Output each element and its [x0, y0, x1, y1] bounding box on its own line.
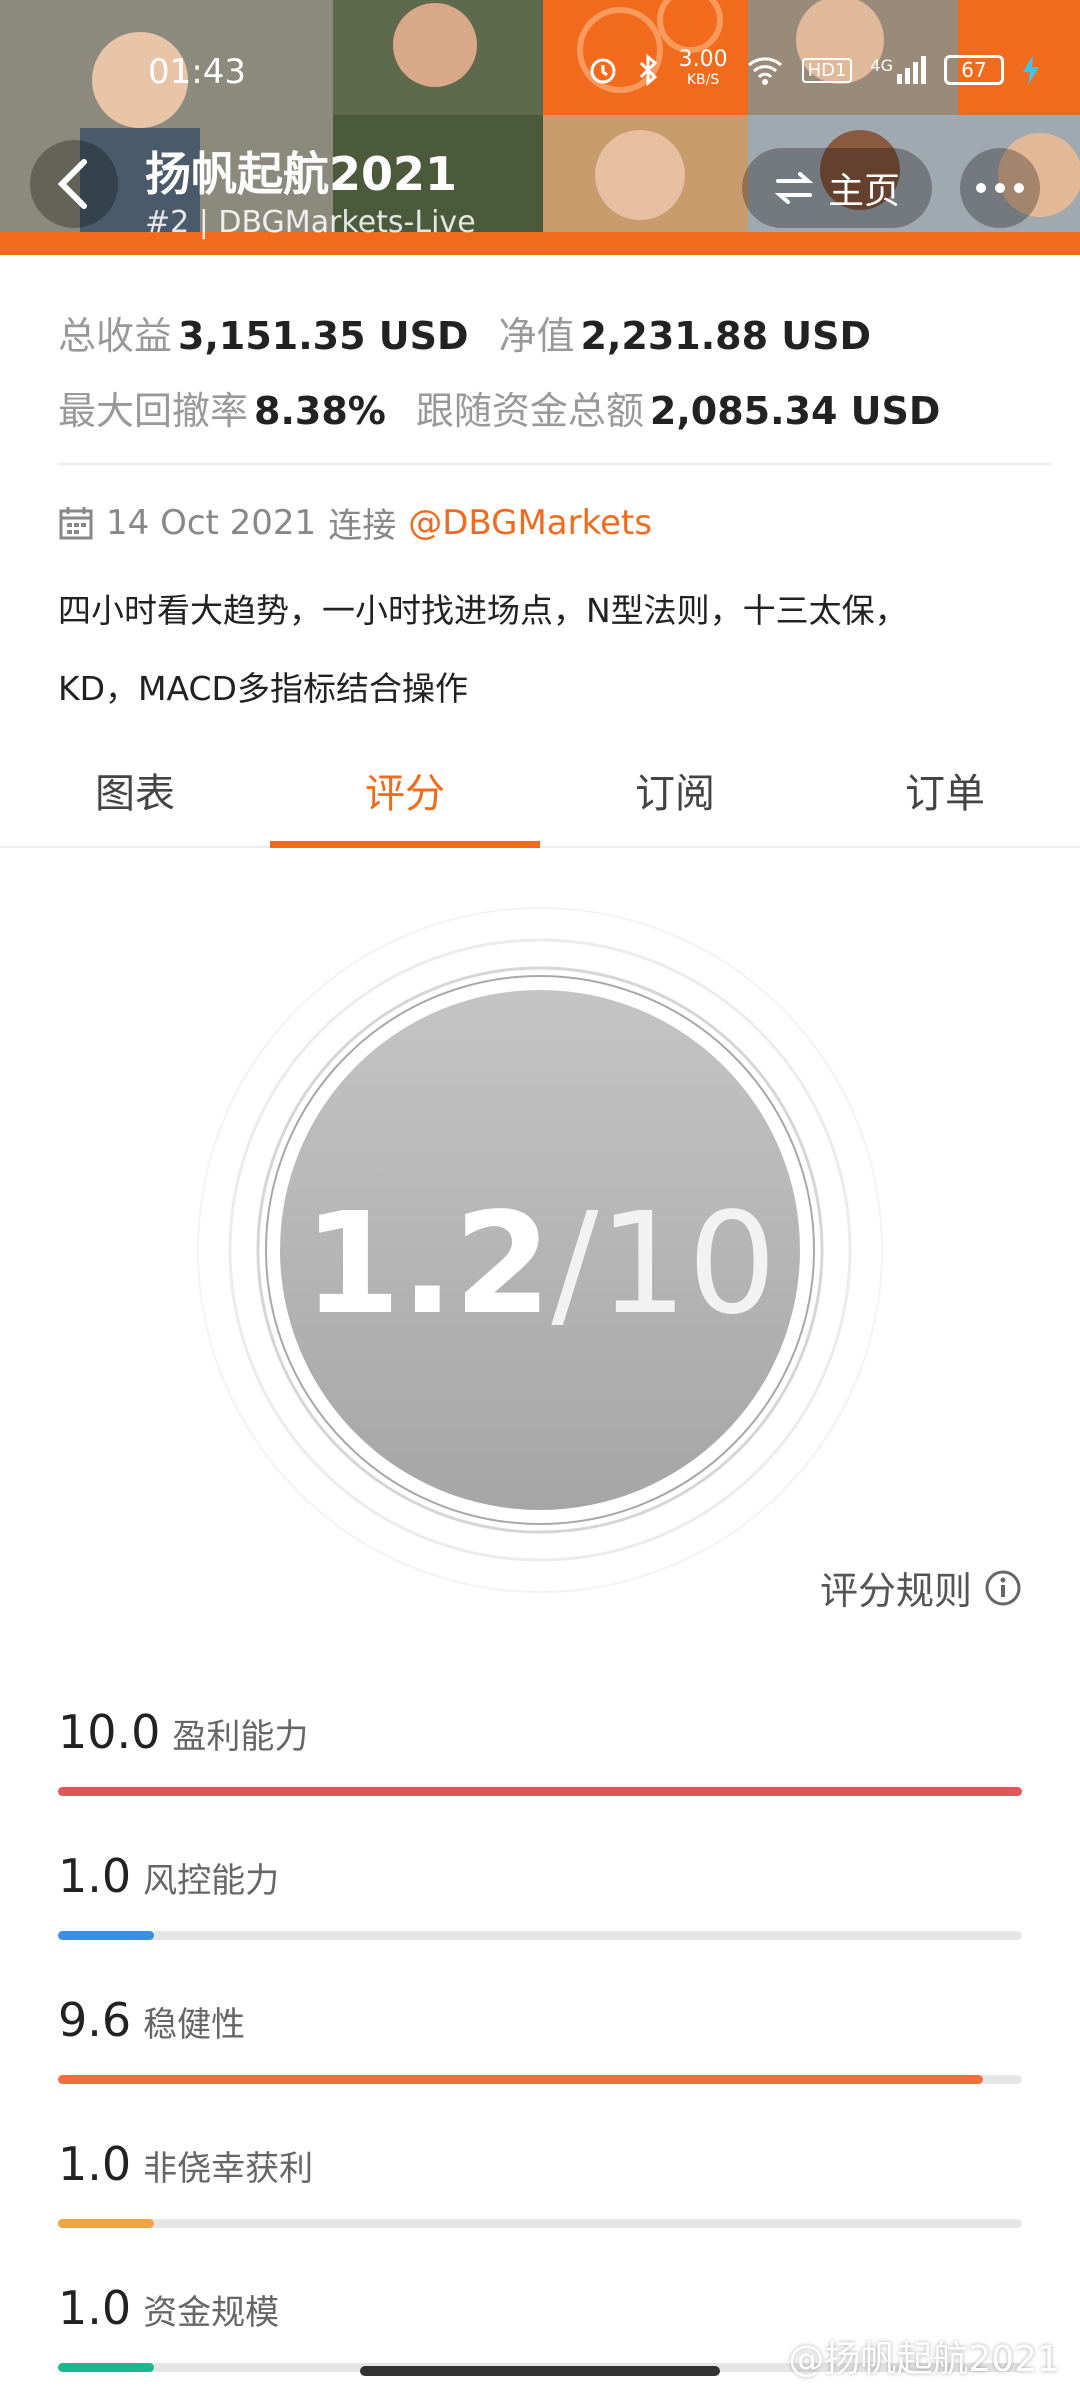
metric-track [58, 2075, 1022, 2084]
home-indicator[interactable] [360, 2366, 720, 2376]
score-denominator: /10 [551, 1183, 777, 1346]
status-bar: 01:43 3.00 KB/S HD1 4G 67 [0, 0, 1080, 130]
status-icons: 3.00 KB/S HD1 4G 67 [587, 47, 1040, 90]
metric-value: 1.0 [58, 1849, 132, 1903]
metric-label: 稳健性 [143, 2005, 246, 2045]
follow-total-label: 跟随资金总额 [415, 389, 644, 433]
net-value-label: 净值 [498, 314, 575, 358]
metric-non-luck-profit: 1.0 非侥幸获利 [58, 2137, 1022, 2228]
strategy-description: 四小时看大趋势，一小时找进场点，N型法则，十三太保， KD，MACD多指标结合操… [58, 572, 1038, 728]
hd-badge: HD1 [801, 57, 853, 83]
tab-score[interactable]: 评分 [270, 752, 540, 848]
header-banner: 01:43 3.00 KB/S HD1 4G 67 扬帆起航2021 #2 | … [0, 0, 1080, 255]
chevron-left-icon [57, 159, 87, 209]
metric-label: 资金规模 [143, 2293, 280, 2333]
metric-track [58, 1787, 1022, 1796]
description-line-1: 四小时看大趋势，一小时找进场点，N型法则，十三太保， [58, 591, 908, 630]
charging-icon [1023, 55, 1039, 85]
more-dots-icon [976, 183, 1024, 193]
metric-bar [58, 2075, 984, 2084]
stats-row-1: 总收益 3,151.35 USD 净值 2,231.88 USD [58, 305, 901, 360]
tab-subscribe[interactable]: 订阅 [540, 752, 810, 846]
metric-stability: 9.6 稳健性 [58, 1993, 1022, 2084]
page-title: 扬帆起航2021 [145, 147, 458, 201]
signal-indicator: 4G [870, 56, 926, 84]
metric-track [58, 2219, 1022, 2228]
wifi-icon [747, 57, 782, 85]
bluetooth-icon [639, 54, 657, 86]
tab-bar: 图表 评分 订阅 订单 [0, 752, 1080, 848]
network-speed: 3.00 KB/S [678, 47, 728, 89]
score-rules-label: 评分规则 [819, 1569, 972, 1613]
follow-total-value: 2,085.34 USD [649, 389, 941, 433]
total-profit-label: 总收益 [58, 314, 173, 358]
net-value-value: 2,231.88 USD [580, 314, 872, 358]
metric-label: 非侥幸获利 [143, 2149, 314, 2189]
metric-capital-scale: 1.0 资金规模 [58, 2281, 1022, 2372]
more-button[interactable] [960, 148, 1040, 228]
metric-bar [58, 2363, 155, 2372]
metric-value: 1.0 [58, 2137, 132, 2191]
score-value: 1.2 [303, 1183, 552, 1346]
metric-label: 盈利能力 [172, 1717, 309, 1757]
description-line-2: KD，MACD多指标结合操作 [58, 669, 468, 708]
metric-value: 1.0 [58, 2281, 132, 2335]
metric-value: 9.6 [58, 1993, 132, 2047]
metric-track [58, 1931, 1022, 1940]
connection-date: 14 Oct 2021 [106, 502, 317, 543]
metric-bar [58, 1931, 155, 1940]
watermark-text: @扬帆起航2021 [788, 2339, 1060, 2380]
metric-label: 风控能力 [143, 1861, 280, 1901]
home-button-label: 主页 [827, 171, 900, 212]
max-drawdown-label: 最大回撤率 [58, 389, 249, 433]
metric-value: 10.0 [58, 1705, 161, 1759]
stats-row-2: 最大回撤率 8.38% 跟随资金总额 2,085.34 USD [58, 380, 970, 435]
status-time: 01:43 [148, 52, 246, 92]
divider [58, 463, 1052, 465]
metric-profitability: 10.0 盈利能力 [58, 1705, 1022, 1796]
total-profit-value: 3,151.35 USD [178, 314, 469, 358]
info-icon [985, 1570, 1021, 1605]
metric-risk-control: 1.0 风控能力 [58, 1849, 1022, 1940]
swap-icon [774, 172, 814, 204]
score-rules-link[interactable]: 评分规则 [820, 1560, 1022, 1615]
page-subtitle: #2 | DBGMarkets-Live [145, 205, 476, 240]
tab-orders[interactable]: 订单 [810, 752, 1080, 846]
connection-row: 14 Oct 2021 连接 @DBGMarkets [58, 498, 652, 547]
alarm-icon [590, 58, 616, 84]
watermark: @扬帆起航2021 [788, 2330, 1060, 2382]
signal-bars-icon [897, 56, 926, 84]
battery-indicator: 67 [944, 55, 1004, 85]
metric-bar [58, 1787, 1022, 1796]
back-button[interactable] [30, 140, 118, 228]
score-section: 1.2/10 评分规则 10.0 盈利能力 1.0 风控能力 9.6 稳健性 1.0 非… [0, 850, 1080, 2400]
broker-link[interactable]: @DBGMarkets [408, 503, 652, 543]
max-drawdown-value: 8.38% [254, 389, 386, 433]
connection-label: 连接 [328, 506, 397, 546]
metric-bar [58, 2219, 155, 2228]
overall-score: 1.2/10 [0, 1183, 1080, 1346]
tab-chart[interactable]: 图表 [0, 752, 270, 846]
calendar-icon [59, 506, 93, 539]
home-button[interactable]: 主页 [742, 148, 932, 228]
